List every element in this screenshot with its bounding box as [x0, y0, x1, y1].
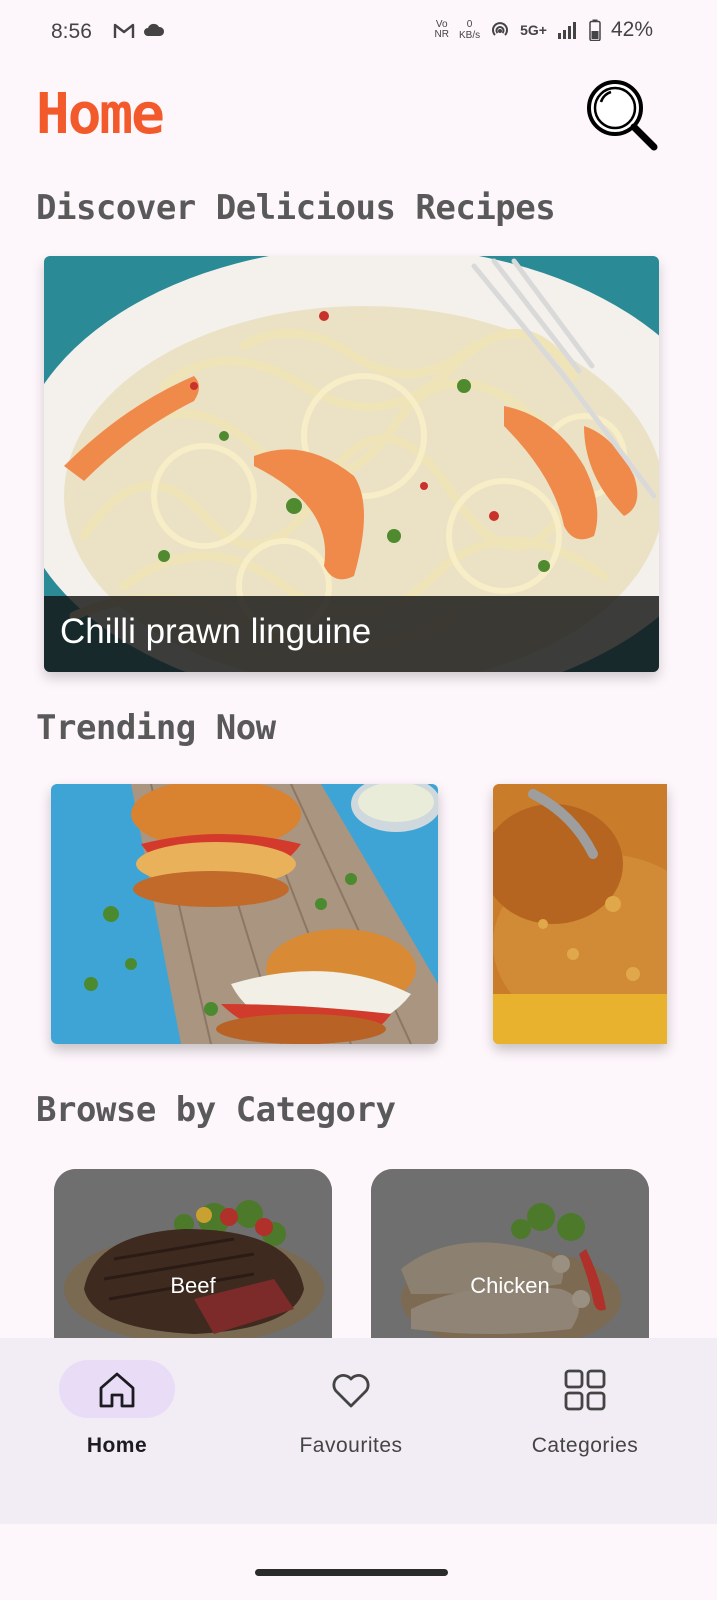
- cloud-icon: [144, 23, 165, 36]
- network-type: 5G+: [520, 22, 547, 38]
- section-title-trending: Trending Now: [36, 708, 276, 748]
- nav-item-home[interactable]: Home: [17, 1338, 217, 1524]
- nav-label-favourites: Favourites: [299, 1434, 403, 1457]
- search-icon: [587, 80, 658, 151]
- nav-item-favourites[interactable]: Favourites: [251, 1338, 451, 1524]
- nav-label-home: Home: [86, 1434, 148, 1457]
- bottom-navigation: Home Favourites Categories: [0, 1338, 717, 1524]
- trending-recipe-image: [51, 784, 438, 1044]
- hotspot-icon: [492, 22, 509, 36]
- category-label: Chicken: [470, 1273, 550, 1298]
- battery-percent: 42%: [610, 18, 653, 41]
- nav-item-categories[interactable]: Categories: [485, 1338, 685, 1524]
- grid-icon: [564, 1369, 606, 1411]
- section-title-browse: Browse by Category: [36, 1090, 396, 1130]
- featured-recipe-caption: Chilli prawn linguine: [44, 596, 659, 672]
- featured-recipe-title: Chilli prawn linguine: [60, 612, 372, 651]
- status-right-icons: Vo NR 0 KB/s 5G+ 42%: [435, 18, 653, 42]
- status-notification-icons: [113, 22, 165, 40]
- trending-card[interactable]: [493, 784, 667, 1044]
- gesture-bar[interactable]: [255, 1569, 448, 1576]
- page-title: Home: [36, 82, 165, 147]
- category-label: Beef: [170, 1273, 216, 1298]
- featured-recipe-card[interactable]: Chilli prawn linguine: [44, 256, 659, 672]
- section-title-discover: Discover Delicious Recipes: [36, 188, 556, 228]
- trending-recipe-image: [493, 784, 667, 1044]
- signal-icon: [557, 22, 576, 39]
- status-time: 8:56: [51, 20, 92, 43]
- volte-indicator: Vo NR: [434, 19, 449, 40]
- search-button[interactable]: [582, 78, 660, 156]
- trending-card[interactable]: [51, 784, 438, 1044]
- status-bar: 8:56 Vo NR 0 KB/s 5G+ 42%: [0, 0, 717, 68]
- heart-icon: [332, 1374, 370, 1408]
- network-speed: 0 KB/s: [458, 19, 481, 41]
- gmail-icon: [113, 23, 135, 38]
- home-icon: [99, 1372, 135, 1408]
- battery-icon: [589, 19, 601, 41]
- nav-label-categories: Categories: [531, 1434, 639, 1457]
